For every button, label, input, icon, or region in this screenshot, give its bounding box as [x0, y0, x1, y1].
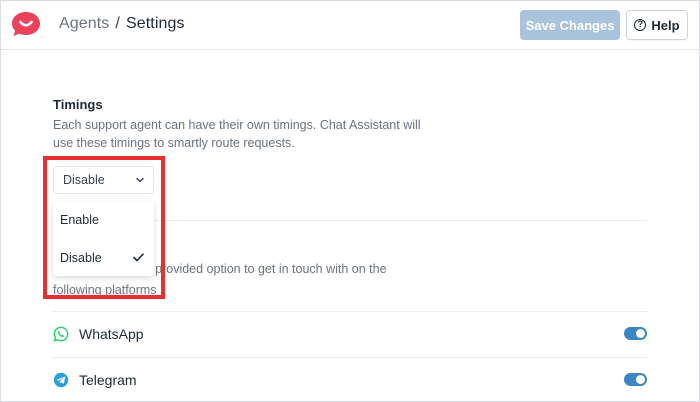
breadcrumb-separator: /	[115, 15, 120, 32]
save-changes-button[interactable]: Save Changes	[520, 10, 620, 40]
help-button-label: Help	[651, 17, 680, 33]
whatsapp-toggle[interactable]	[624, 327, 647, 340]
row-divider	[53, 357, 647, 358]
highlight-annotation	[43, 156, 165, 299]
platform-label-whatsapp: WhatsApp	[79, 326, 144, 342]
top-bar: Agents / Settings Save Changes ? Help	[1, 1, 699, 50]
timings-description: Each support agent can have their own ti…	[53, 118, 421, 150]
timings-title: Timings	[53, 97, 103, 112]
telegram-icon	[53, 372, 69, 388]
page-title: Settings	[125, 15, 185, 32]
question-circle-icon: ?	[634, 19, 647, 31]
settings-page: Agents / Settings Save Changes ? Help Timi…	[0, 0, 700, 402]
whatsapp-icon	[53, 326, 69, 342]
platform-label-telegram: Telegram	[79, 372, 137, 388]
telegram-toggle[interactable]	[624, 373, 647, 386]
help-button[interactable]: ? Help	[626, 10, 688, 40]
breadcrumb: Agents / Settings	[59, 15, 185, 33]
chat-assistant-logo-icon	[12, 12, 40, 36]
row-divider	[53, 311, 647, 312]
breadcrumb-agents-link[interactable]: Agents	[59, 15, 109, 32]
